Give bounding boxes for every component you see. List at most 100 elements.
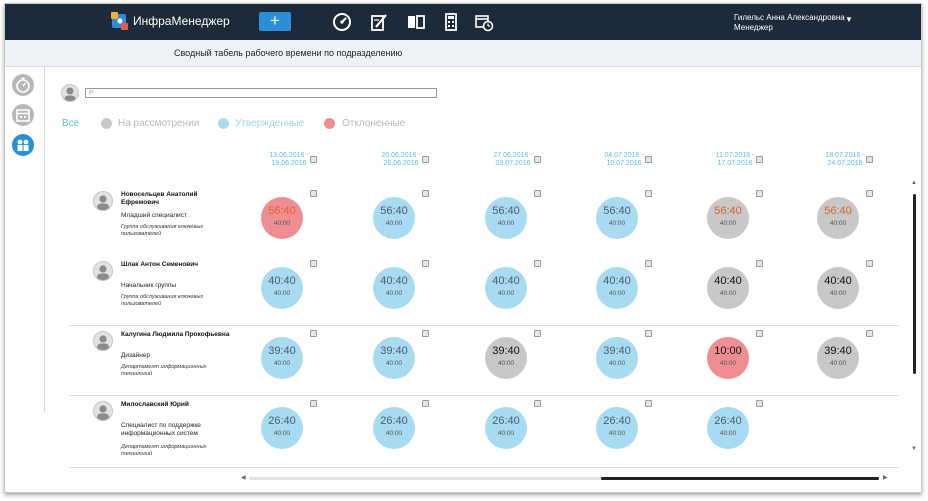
period-select-checkbox-2[interactable] <box>422 156 429 163</box>
cell-select-checkbox[interactable] <box>310 190 317 197</box>
timesheet-cell[interactable]: 26:40 40:00 <box>707 407 749 449</box>
plan-hours: 40:00 <box>608 430 626 437</box>
timesheet-cell[interactable]: 26:40 40:00 <box>261 407 303 449</box>
period-select-checkbox-3[interactable] <box>534 156 541 163</box>
document-edit-icon[interactable] <box>369 12 389 32</box>
row-divider <box>69 395 899 396</box>
filter-all[interactable]: Все <box>62 118 79 129</box>
cell-select-checkbox[interactable] <box>645 260 652 267</box>
period-header-5[interactable]: 11.07.2016 -17.07.2016 <box>707 152 763 168</box>
team-icon[interactable] <box>12 134 34 156</box>
cell-select-checkbox[interactable] <box>645 190 652 197</box>
vertical-scroll-thumb[interactable] <box>913 194 916 374</box>
scroll-down-icon[interactable]: ▼ <box>911 446 917 452</box>
timesheet-cell[interactable]: 40:40 40:00 <box>817 267 859 309</box>
vertical-scrollbar[interactable]: ▲ ▼ <box>909 180 919 455</box>
cell-select-checkbox[interactable] <box>422 400 429 407</box>
timesheet-cell[interactable]: 26:40 40:00 <box>596 407 638 449</box>
period-header-1[interactable]: 13.06.2016 -19.06.2016 <box>261 152 317 168</box>
dashboard-gauge-icon[interactable] <box>332 12 352 32</box>
plan-hours: 40:00 <box>719 360 737 367</box>
timesheet-cell[interactable]: 40:40 40:00 <box>373 267 415 309</box>
timer-icon[interactable] <box>12 74 34 96</box>
timesheet-cell[interactable]: 40:40 40:00 <box>707 267 749 309</box>
timesheet-cell[interactable]: 56:40 40:00 <box>261 197 303 239</box>
calendar-clock-icon[interactable] <box>474 12 494 32</box>
horizontal-scroll-thumb[interactable] <box>601 477 879 480</box>
timesheet-cell[interactable]: 39:40 40:00 <box>485 337 527 379</box>
timesheet-cell[interactable]: 56:40 40:00 <box>707 197 749 239</box>
timesheet-cell[interactable]: 39:40 40:00 <box>373 337 415 379</box>
employee-name[interactable]: Милославский Юрий <box>121 401 236 409</box>
period-select-checkbox-1[interactable] <box>310 156 317 163</box>
cell-select-checkbox[interactable] <box>310 400 317 407</box>
filter-rejected-dot[interactable] <box>324 118 335 129</box>
cell-select-checkbox[interactable] <box>866 190 873 197</box>
user-menu-chevron-down-icon[interactable]: ▼ <box>845 15 853 24</box>
add-button[interactable]: + <box>259 12 291 31</box>
filter-rejected[interactable]: Отклоненные <box>342 118 405 129</box>
timesheet-cell[interactable]: 40:40 40:00 <box>596 267 638 309</box>
timesheet-cell[interactable]: 39:40 40:00 <box>261 337 303 379</box>
filter-approved[interactable]: Утвержденные <box>235 118 304 129</box>
plan-hours: 40:00 <box>608 220 626 227</box>
period-select-checkbox-4[interactable] <box>645 156 652 163</box>
cell-select-checkbox[interactable] <box>756 330 763 337</box>
search-input[interactable] <box>85 88 437 98</box>
plan-hours: 40:00 <box>385 290 403 297</box>
filter-approved-dot[interactable] <box>218 118 229 129</box>
cell-select-checkbox[interactable] <box>756 260 763 267</box>
timesheet-cell[interactable]: 26:40 40:00 <box>485 407 527 449</box>
employee-name[interactable]: Новосельцев Анатолий Ефремович <box>121 191 236 207</box>
period-select-checkbox-5[interactable] <box>756 156 763 163</box>
cell-select-checkbox[interactable] <box>534 260 541 267</box>
period-header-3[interactable]: 27.06.2016 -03.07.2016 <box>485 152 541 168</box>
cell-select-checkbox[interactable] <box>422 330 429 337</box>
timesheet-cell[interactable]: 56:40 40:00 <box>485 197 527 239</box>
employee-name[interactable]: Калугина Людмила Прокофьевна <box>121 331 236 339</box>
cell-select-checkbox[interactable] <box>756 400 763 407</box>
timesheet-cell[interactable]: 40:40 40:00 <box>485 267 527 309</box>
filter-pending-dot[interactable] <box>101 118 112 129</box>
scroll-right-icon[interactable]: ▶ <box>883 474 888 481</box>
period-start: 13.06.2016 - <box>269 152 309 159</box>
period-select-checkbox-6[interactable] <box>866 156 873 163</box>
horizontal-scrollbar[interactable]: ◀ ▶ <box>241 473 891 483</box>
period-header-6[interactable]: 18.07.2016 -24.07.2016 <box>817 152 873 168</box>
filter-pending[interactable]: На рассмотрении <box>118 118 199 129</box>
cell-select-checkbox[interactable] <box>866 260 873 267</box>
timesheet-cell[interactable]: 40:40 40:00 <box>261 267 303 309</box>
app-logo-icon[interactable] <box>109 11 131 33</box>
cell-select-checkbox[interactable] <box>645 400 652 407</box>
cell-select-checkbox[interactable] <box>534 330 541 337</box>
cell-select-checkbox[interactable] <box>422 190 429 197</box>
fact-hours: 26:40 <box>492 415 520 427</box>
cell-select-checkbox[interactable] <box>645 330 652 337</box>
timesheet-cell[interactable]: 56:40 40:00 <box>373 197 415 239</box>
fact-hours: 39:40 <box>268 345 296 357</box>
cell-select-checkbox[interactable] <box>310 260 317 267</box>
calendar-icon[interactable] <box>12 104 34 126</box>
app-logo-text[interactable]: ИнфраМенеджер <box>133 14 230 28</box>
employee-name[interactable]: Шлак Антон Семенович <box>121 261 236 269</box>
timesheet-cell[interactable]: 56:40 40:00 <box>596 197 638 239</box>
timesheet-cell[interactable]: 39:40 40:00 <box>596 337 638 379</box>
cell-select-checkbox[interactable] <box>310 330 317 337</box>
period-header-4[interactable]: 04.07.2016 -10.07.2016 <box>596 152 652 168</box>
calculator-icon[interactable] <box>441 12 461 32</box>
book-icon[interactable] <box>406 12 426 32</box>
cell-select-checkbox[interactable] <box>422 260 429 267</box>
cell-select-checkbox[interactable] <box>866 330 873 337</box>
cell-select-checkbox[interactable] <box>534 190 541 197</box>
user-name[interactable]: Гилельс Анна Александровна <box>734 13 845 22</box>
cell-select-checkbox[interactable] <box>534 400 541 407</box>
timesheet-cell[interactable]: 56:40 40:00 <box>817 197 859 239</box>
scroll-up-icon[interactable]: ▲ <box>911 180 917 186</box>
employee-department: Департамент информационных технологий <box>121 444 207 457</box>
timesheet-cell[interactable]: 26:40 40:00 <box>373 407 415 449</box>
scroll-left-icon[interactable]: ◀ <box>241 474 246 481</box>
cell-select-checkbox[interactable] <box>756 190 763 197</box>
period-header-2[interactable]: 20.06.2016 -26.06.2016 <box>373 152 429 168</box>
timesheet-cell[interactable]: 39:40 40:00 <box>817 337 859 379</box>
timesheet-cell[interactable]: 10:00 40:00 <box>707 337 749 379</box>
